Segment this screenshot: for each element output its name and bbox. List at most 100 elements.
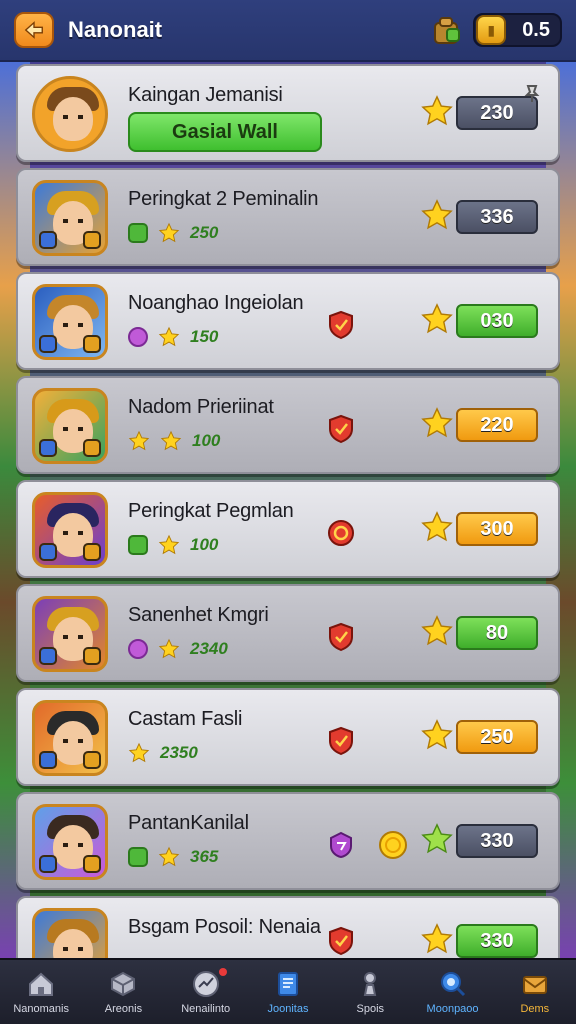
sub-value: 150: [190, 327, 219, 346]
avatar: [32, 76, 108, 152]
nav-item-search[interactable]: Moonpaoo: [411, 960, 493, 1024]
nav-item-arena[interactable]: Areonis: [82, 960, 164, 1024]
player-name: PantanKanilal: [128, 812, 249, 834]
score-value: 030: [456, 304, 538, 338]
score-value: 336: [456, 200, 538, 234]
inventory-bag-icon[interactable]: [429, 13, 463, 47]
avatar: [32, 908, 108, 958]
shield-icon: [329, 926, 353, 956]
score-value: 330: [456, 824, 538, 858]
star-icon: [158, 846, 180, 867]
gem-icon: [128, 535, 148, 555]
leaderboard-row[interactable]: Nadom Prieriinat 100 220: [16, 376, 560, 474]
score-value: 220: [456, 408, 538, 442]
player-name: Bsgam Posoil: Nenaia: [128, 916, 321, 938]
avatar: [32, 388, 108, 464]
coin-balance[interactable]: ▮ 0.5: [473, 13, 562, 47]
nav-item-home[interactable]: Nanomanis: [0, 960, 82, 1024]
nav-label: Nenailinto: [181, 1003, 231, 1015]
shield-icon: [329, 622, 353, 652]
sub-value: 2340: [190, 639, 228, 658]
purple-badge-icon: [330, 831, 352, 859]
pawn-icon: [364, 972, 377, 996]
mail-icon: [522, 976, 547, 994]
leaderboard-row[interactable]: Noanghao Ingeiolan 150 030: [16, 272, 560, 370]
leaderboard-row[interactable]: Bsgam Posoil: Nenaia 330: [16, 896, 560, 958]
avatar: [32, 180, 108, 256]
shield-icon: [329, 310, 353, 340]
leaderboard-row[interactable]: PantanKanilal 365 330: [16, 792, 560, 890]
sub-value: 2350: [160, 743, 198, 762]
top-bar: Nanonait ▮ 0.5: [0, 0, 576, 62]
chart-icon: [192, 971, 219, 997]
gem-icon: [128, 223, 148, 243]
coin-value: 0.5: [522, 18, 550, 41]
notification-dot: [218, 968, 227, 976]
gem-icon: [128, 847, 148, 867]
star-icon: [158, 326, 180, 347]
leaderboard-row[interactable]: Kaingan Jemanisi Gasial Wall 230: [16, 64, 560, 162]
player-name: Peringkat Pegmlan: [128, 500, 294, 522]
leaderboard-list[interactable]: Kaingan Jemanisi Gasial Wall 230 Peringk…: [16, 64, 560, 958]
nav-item-stats[interactable]: Nenailinto: [165, 960, 247, 1024]
nav-item-journal[interactable]: Joonitas: [247, 960, 329, 1024]
sub-value: 100: [190, 535, 219, 554]
search-icon: [440, 972, 465, 997]
bottom-navigation: Nanomanis Areonis Nenailinto Joonitas Sp…: [0, 958, 576, 1024]
coin-icon: [379, 831, 407, 859]
nav-label: Spois: [356, 1003, 385, 1015]
back-button[interactable]: [14, 12, 54, 48]
leaderboard-row[interactable]: Peringkat 2 Peminalin 250 336: [16, 168, 560, 266]
coin-icon: ▮: [476, 15, 507, 45]
player-name: Kaingan Jemanisi: [128, 84, 283, 106]
avatar: [32, 596, 108, 672]
nav-label: Areonis: [104, 1003, 143, 1015]
home-icon: [29, 972, 54, 996]
nav-item-mail[interactable]: Dems: [494, 960, 576, 1024]
nav-item-sports[interactable]: Spois: [329, 960, 411, 1024]
star-icon: [158, 638, 180, 659]
star-icon: [421, 303, 453, 334]
cube-icon: [111, 971, 136, 997]
sub-value: 365: [190, 847, 219, 866]
score-value: 80: [456, 616, 538, 650]
leaderboard-row[interactable]: Peringkat Pegmlan 100 300: [16, 480, 560, 578]
sub-value: 100: [192, 431, 221, 450]
score-value: 300: [456, 512, 538, 546]
leaderboard-row[interactable]: Sanenhet Kmgri 2340 80: [16, 584, 560, 682]
action-button[interactable]: Gasial Wall: [128, 112, 322, 152]
score-value: 250: [456, 720, 538, 754]
nav-label: Moonpaoo: [426, 1003, 479, 1015]
player-name: Noanghao Ingeiolan: [128, 292, 304, 314]
star-icon: [158, 534, 180, 555]
avatar: [32, 804, 108, 880]
star-icon: [421, 923, 453, 954]
star-icon: [421, 823, 453, 854]
book-icon: [277, 972, 298, 996]
avatar: [32, 700, 108, 776]
player-name: Castam Fasli: [128, 708, 243, 730]
shield-icon: [329, 414, 353, 444]
star-icon: [421, 407, 453, 438]
pin-icon[interactable]: [522, 84, 542, 104]
leaderboard-row[interactable]: Castam Fasli 2350 250: [16, 688, 560, 786]
nav-label: Dems: [520, 1003, 550, 1015]
star-icon: [128, 430, 150, 451]
star-icon: [158, 222, 180, 243]
star-icon: [421, 199, 453, 230]
page-title: Nanonait: [68, 17, 163, 42]
player-name: Peringkat 2 Peminalin: [128, 188, 319, 210]
nav-label: Nanomanis: [13, 1003, 69, 1015]
potion-icon: [128, 639, 148, 659]
back-arrow-icon: [24, 21, 43, 39]
shield-icon: [329, 726, 353, 756]
sub-value: 250: [190, 223, 219, 242]
score-value: 330: [456, 924, 538, 958]
star-icon: [421, 511, 453, 542]
star-icon: [421, 719, 453, 750]
avatar: [32, 284, 108, 360]
potion-icon: [128, 327, 148, 347]
nav-label: Joonitas: [267, 1003, 309, 1015]
player-name: Nadom Prieriinat: [128, 396, 274, 418]
star-icon: [128, 742, 150, 763]
